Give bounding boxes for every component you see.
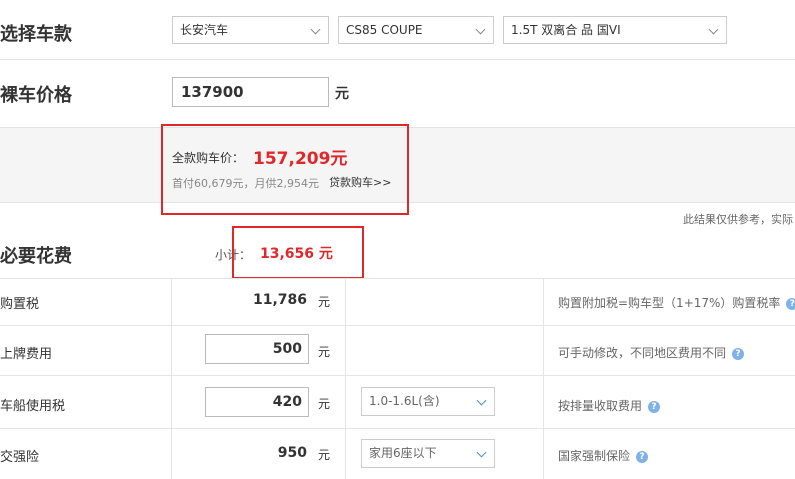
purchase-tax-value: 11,786 — [252, 292, 307, 308]
compulsory-insurance-label: 交强险 — [0, 450, 40, 465]
column-divider — [543, 278, 544, 479]
help-icon[interactable]: ? — [786, 297, 795, 310]
license-fee-input[interactable]: 500 — [205, 334, 309, 364]
subtotal-value: 13,656 元 — [260, 246, 333, 262]
loan-link[interactable]: 贷款购车>> — [329, 174, 391, 190]
license-fee-note: 可手动修改，不同地区费用不同? — [558, 344, 745, 361]
chevron-down-icon — [476, 395, 487, 406]
chevron-down-icon — [708, 24, 719, 35]
highlight-box — [161, 124, 409, 215]
vehicle-tax-label: 车船使用税 — [0, 399, 66, 414]
chevron-down-icon — [475, 24, 486, 35]
unit-label: 元 — [318, 448, 331, 462]
purchase-tax-note: 购置附加税=购车型（1+17%）购置税率? — [558, 294, 795, 311]
bare-price-title: 裸车价格 — [0, 85, 72, 106]
help-icon[interactable]: ? — [732, 347, 745, 360]
help-icon[interactable]: ? — [648, 400, 661, 413]
full-price-label: 全款购车价： — [172, 151, 245, 165]
seats-select[interactable]: 家用6座以下 — [361, 439, 495, 468]
displacement-select[interactable]: 1.0-1.6L(含) — [361, 387, 495, 416]
license-fee-value: 500 — [272, 341, 302, 357]
model-select-value: CS85 COUPE — [346, 23, 423, 37]
required-costs-title: 必要花费 — [0, 246, 72, 267]
displacement-select-value: 1.0-1.6L(含) — [369, 394, 440, 408]
chevron-down-icon — [476, 447, 487, 458]
vehicle-tax-note: 按排量收取费用? — [558, 397, 661, 414]
vehicle-tax-value: 420 — [272, 394, 302, 410]
trim-select-value: 1.5T 双离合 品 国VI — [511, 23, 621, 37]
column-divider — [171, 278, 172, 479]
divider — [0, 278, 795, 279]
compulsory-insurance-value: 950 — [277, 445, 307, 461]
divider — [0, 325, 795, 326]
note-text: 购置附加税=购车型（1+17%）购置税率 — [558, 296, 781, 310]
note-text: 国家强制保险 — [558, 449, 631, 463]
divider — [0, 59, 795, 60]
brand-select[interactable]: 长安汽车 — [172, 16, 329, 44]
note-text: 可手动修改，不同地区费用不同 — [558, 346, 727, 360]
payment-detail: 首付60,679元，月供2,954元 — [172, 177, 319, 190]
trim-select[interactable]: 1.5T 双离合 品 国VI — [503, 16, 727, 44]
divider — [0, 428, 795, 429]
brand-select-value: 长安汽车 — [180, 23, 229, 37]
note-text: 按排量收取费用 — [558, 399, 643, 413]
unit-label: 元 — [318, 397, 331, 411]
license-fee-label: 上牌费用 — [0, 347, 53, 362]
chevron-down-icon — [310, 24, 321, 35]
unit-label: 元 — [318, 295, 331, 309]
bare-price-unit: 元 — [335, 86, 349, 102]
full-price-value: 157,209元 — [253, 149, 348, 169]
column-divider — [345, 278, 346, 479]
help-icon[interactable]: ? — [636, 450, 649, 463]
disclaimer: 此结果仅供参考，实际 — [683, 213, 793, 226]
purchase-tax-label: 购置税 — [0, 297, 40, 312]
unit-label: 元 — [318, 345, 331, 359]
vehicle-tax-input[interactable]: 420 — [205, 387, 309, 417]
model-select[interactable]: CS85 COUPE — [338, 16, 494, 44]
seats-select-value: 家用6座以下 — [369, 446, 437, 460]
divider — [0, 375, 795, 376]
compulsory-insurance-note: 国家强制保险? — [558, 447, 649, 464]
bare-price-input[interactable]: 137900 — [172, 77, 329, 107]
select-car-title: 选择车款 — [0, 24, 72, 45]
